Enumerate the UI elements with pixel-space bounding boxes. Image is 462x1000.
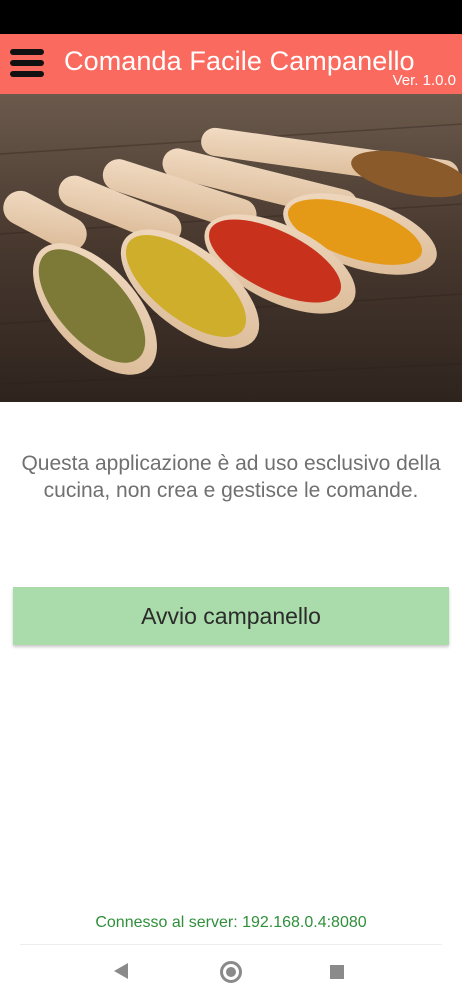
navigation-bar — [0, 945, 462, 1000]
hero-image — [0, 94, 462, 402]
menu-line — [10, 71, 44, 77]
app-bar: Comanda Facile Campanello Ver. 1.0.0 — [0, 34, 462, 94]
back-icon[interactable] — [114, 963, 128, 979]
start-doorbell-button[interactable]: Avvio campanello — [13, 587, 449, 645]
server-status-text: Connesso al server: 192.168.0.4:8080 — [95, 914, 367, 931]
description-text: Questa applicazione è ad uso esclusivo d… — [21, 452, 441, 502]
hamburger-menu-icon[interactable] — [10, 48, 46, 80]
home-icon[interactable] — [220, 961, 242, 983]
menu-line — [10, 49, 44, 55]
recents-icon[interactable] — [330, 965, 344, 979]
status-bar — [0, 0, 462, 34]
app-version: Ver. 1.0.0 — [392, 72, 456, 89]
app-title: Comanda Facile Campanello — [64, 46, 415, 76]
menu-line — [10, 60, 44, 66]
